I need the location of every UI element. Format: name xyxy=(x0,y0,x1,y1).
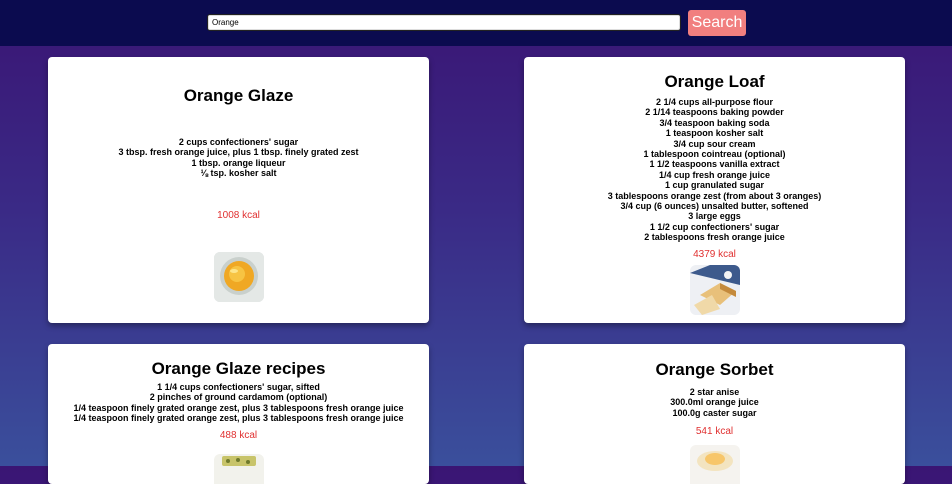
ingredient-item: 1/4 teaspoon finely grated orange zest, … xyxy=(73,413,404,424)
recipe-title: Orange Loaf xyxy=(664,72,765,91)
orange-glaze-photo-icon xyxy=(213,252,264,302)
ingredient-item: 2 1/14 teaspoons baking powder xyxy=(645,107,784,118)
orange-loaf-photo-icon xyxy=(689,265,740,315)
recipe-card[interactable]: Orange Glaze 2 cups confectioners' sugar… xyxy=(48,57,429,323)
ingredient-item: 2 1/4 cups all-purpose flour xyxy=(655,97,774,107)
recipe-card[interactable]: Orange Sorbet 2 star anise 300.0ml orang… xyxy=(524,344,905,484)
calorie-count: 1008 kcal xyxy=(217,210,260,221)
top-bar: Search xyxy=(0,0,952,46)
ingredient-item: 100.0g caster sugar xyxy=(672,407,757,418)
ingredient-item: 1 1/4 cups confectioners' sugar, sifted xyxy=(157,382,320,392)
ingredient-item: 1 1/2 cup confectioners' sugar xyxy=(649,221,780,232)
ingredient-item: 1 teaspoon kosher salt xyxy=(665,128,764,139)
ingredient-item: 1 tablespoon cointreau (optional) xyxy=(643,149,786,160)
search-input[interactable] xyxy=(207,14,681,31)
orange-sorbet-photo-icon xyxy=(689,445,740,484)
ingredient-item: 3 tbsp. fresh orange juice, plus 1 tbsp.… xyxy=(118,147,359,158)
ingredient-list: 2 star anise 300.0ml orange juice 100.0g… xyxy=(524,387,905,418)
ingredient-list: 2 1/4 cups all-purpose flour 2 1/14 teas… xyxy=(524,97,905,243)
calorie-count: 488 kcal xyxy=(219,430,258,441)
ingredient-item: 2 pinches of ground cardamom (optional) xyxy=(149,392,328,403)
search-button[interactable]: Search xyxy=(688,10,746,36)
ingredient-item: 3/4 teaspoon baking soda xyxy=(659,117,770,128)
calorie-count: 4379 kcal xyxy=(693,249,736,260)
ingredient-item: 2 tablespoons fresh orange juice xyxy=(644,232,785,243)
recipe-title: Orange Sorbet xyxy=(655,360,774,379)
recipe-card[interactable]: Orange Glaze recipes 1 1/4 cups confecti… xyxy=(48,344,429,484)
ingredient-item: 1/4 cup fresh orange juice xyxy=(658,169,771,180)
ingredient-item: 1 tbsp. orange liqueur xyxy=(191,157,286,168)
recipe-title: Orange Glaze xyxy=(183,86,294,105)
ingredient-list: 2 cups confectioners' sugar 3 tbsp. fres… xyxy=(48,137,429,179)
ingredient-item: 1 1/2 teaspoons vanilla extract xyxy=(649,159,780,170)
ingredient-list: 1 1/4 cups confectioners' sugar, sifted … xyxy=(48,382,429,424)
ingredient-item: 3/4 cup sour cream xyxy=(673,138,756,149)
recipe-card[interactable]: Orange Loaf 2 1/4 cups all-purpose flour… xyxy=(524,57,905,323)
ingredient-item: ⅛ tsp. kosher salt xyxy=(200,168,277,179)
ingredient-item: 3 large eggs xyxy=(688,211,741,222)
ingredient-item: 3/4 cup (6 ounces) unsalted butter, soft… xyxy=(620,201,809,212)
calorie-count: 541 kcal xyxy=(695,426,734,437)
ingredient-item: 300.0ml orange juice xyxy=(670,397,759,408)
ingredient-item: 3 tablespoons orange zest (from about 3 … xyxy=(607,190,822,201)
ingredient-item: 1/4 teaspoon finely grated orange zest, … xyxy=(73,402,404,413)
recipe-title: Orange Glaze recipes xyxy=(151,359,326,378)
ingredient-item: 2 cups confectioners' sugar xyxy=(178,137,299,147)
orange-glaze-recipes-photo-icon xyxy=(213,454,264,484)
ingredient-item: 1 cup granulated sugar xyxy=(664,180,765,191)
ingredient-item: 2 star anise xyxy=(689,387,740,397)
